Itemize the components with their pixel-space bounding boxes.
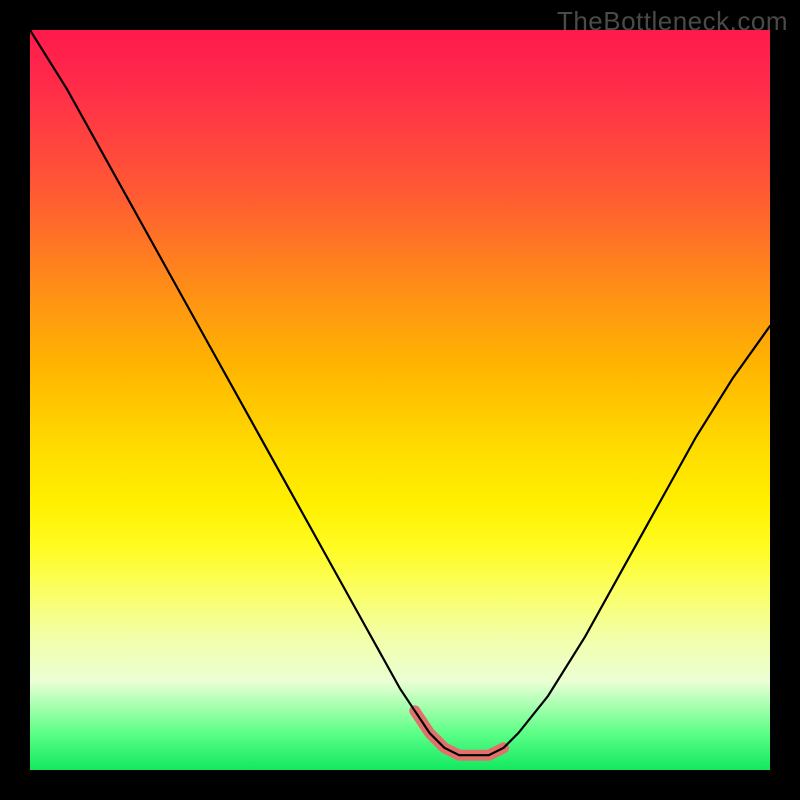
- curve-overlay: [30, 30, 770, 770]
- optimal-zone-highlight: [415, 711, 504, 755]
- plot-area: [30, 30, 770, 770]
- bottleneck-curve: [30, 30, 770, 755]
- chart-frame: TheBottleneck.com: [0, 0, 800, 800]
- watermark-text: TheBottleneck.com: [557, 6, 788, 37]
